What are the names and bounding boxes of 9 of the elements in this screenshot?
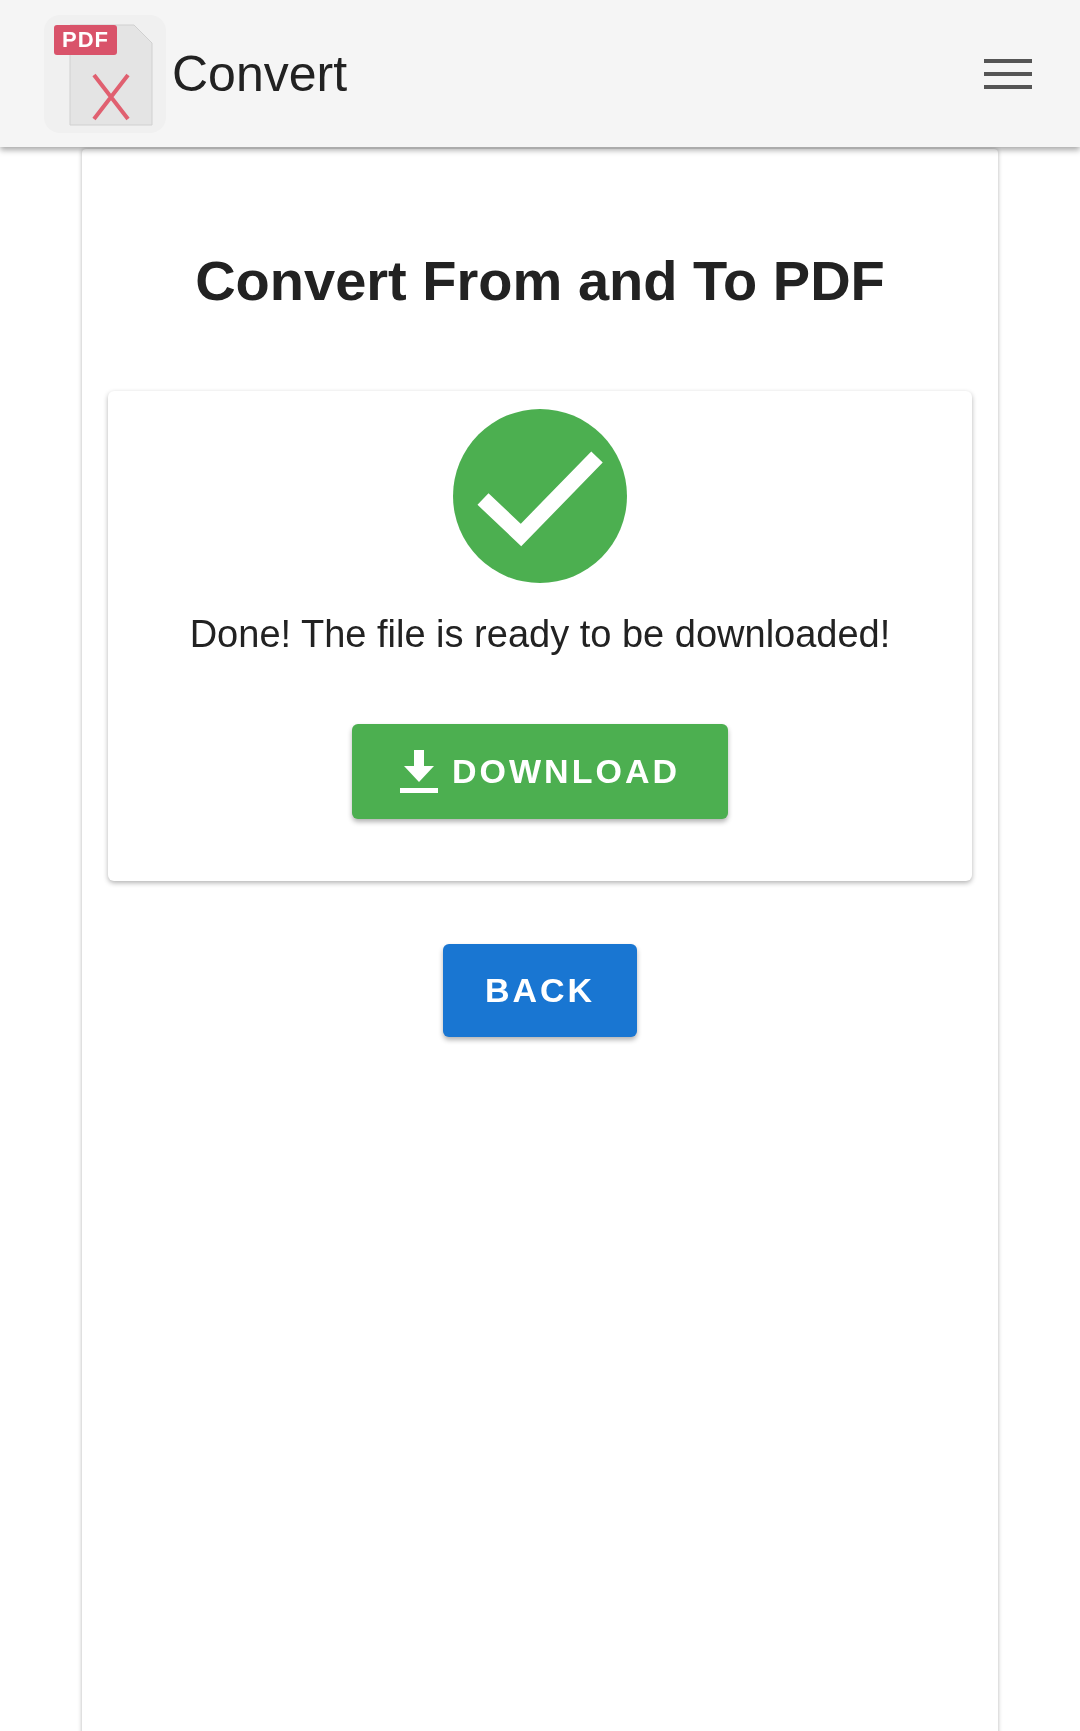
page-heading: Convert From and To PDF [194,253,886,309]
download-button[interactable]: DOWNLOAD [352,724,728,819]
menu-icon[interactable] [984,56,1032,91]
logo-badge: PDF [54,24,117,55]
back-button[interactable]: BACK [443,944,637,1037]
status-message: Done! The file is ready to be downloaded! [189,613,891,656]
app-title: Convert [172,44,348,103]
check-circle-icon [453,409,627,583]
download-icon [400,749,438,794]
